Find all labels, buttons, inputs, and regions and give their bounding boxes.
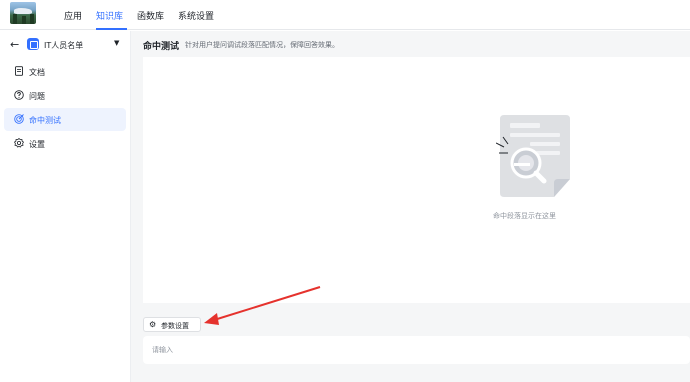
sidebar-item-documents[interactable]: 文档 — [4, 60, 126, 83]
gear-icon: ⚙ — [149, 320, 157, 329]
gear-icon — [14, 138, 24, 148]
page-title: 命中测试 — [143, 42, 180, 52]
empty-state-text: 命中段落显示在这里 — [493, 212, 556, 220]
page-description: 针对用户提问调试段落匹配情况，保障回答效果。 — [185, 41, 339, 49]
sidebar-item-questions[interactable]: 问题 — [4, 84, 126, 107]
nav-function-library[interactable]: 函数库 — [137, 9, 164, 22]
param-settings-label: 参数设置 — [161, 322, 189, 330]
nav-apps[interactable]: 应用 — [64, 9, 82, 22]
param-settings-button[interactable]: ⚙ 参数设置 — [143, 317, 201, 332]
question-icon — [14, 90, 24, 100]
knowledge-base-name[interactable]: IT人员名单 — [44, 40, 83, 51]
sidebar-item-label: 命中测试 — [29, 116, 61, 125]
sidebar-item-label: 问题 — [29, 92, 45, 101]
back-arrow-icon[interactable]: ← — [10, 38, 19, 51]
sidebar-item-label: 文档 — [29, 68, 45, 77]
app-logo[interactable] — [10, 2, 36, 24]
knowledge-base-icon — [27, 38, 39, 50]
nav-system-settings[interactable]: 系统设置 — [178, 9, 214, 22]
nav-knowledge-base[interactable]: 知识库 — [96, 9, 123, 22]
knowledge-base-header: ← IT人员名单 ▼ — [0, 37, 131, 55]
question-input-box[interactable] — [143, 336, 690, 364]
empty-state-illustration — [496, 115, 570, 197]
sidebar: ← IT人员名单 ▼ 文档 问题 命中测试 设置 — [0, 31, 131, 382]
nav-active-indicator — [96, 28, 127, 30]
hit-result-panel: 命中段落显示在这里 — [143, 57, 690, 303]
chevron-down-icon[interactable]: ▼ — [114, 39, 119, 47]
sidebar-item-label: 设置 — [29, 140, 45, 149]
sidebar-item-hit-test[interactable]: 命中测试 — [4, 108, 126, 131]
target-icon — [14, 114, 24, 124]
main-content: 命中测试 针对用户提问调试段落匹配情况，保障回答效果。 命中段落显示在这里 ⚙ … — [131, 31, 690, 382]
document-icon — [15, 66, 23, 76]
sidebar-item-settings[interactable]: 设置 — [4, 132, 126, 155]
question-input[interactable] — [143, 336, 690, 364]
top-nav-bar: 应用 知识库 函数库 系统设置 — [0, 0, 690, 30]
